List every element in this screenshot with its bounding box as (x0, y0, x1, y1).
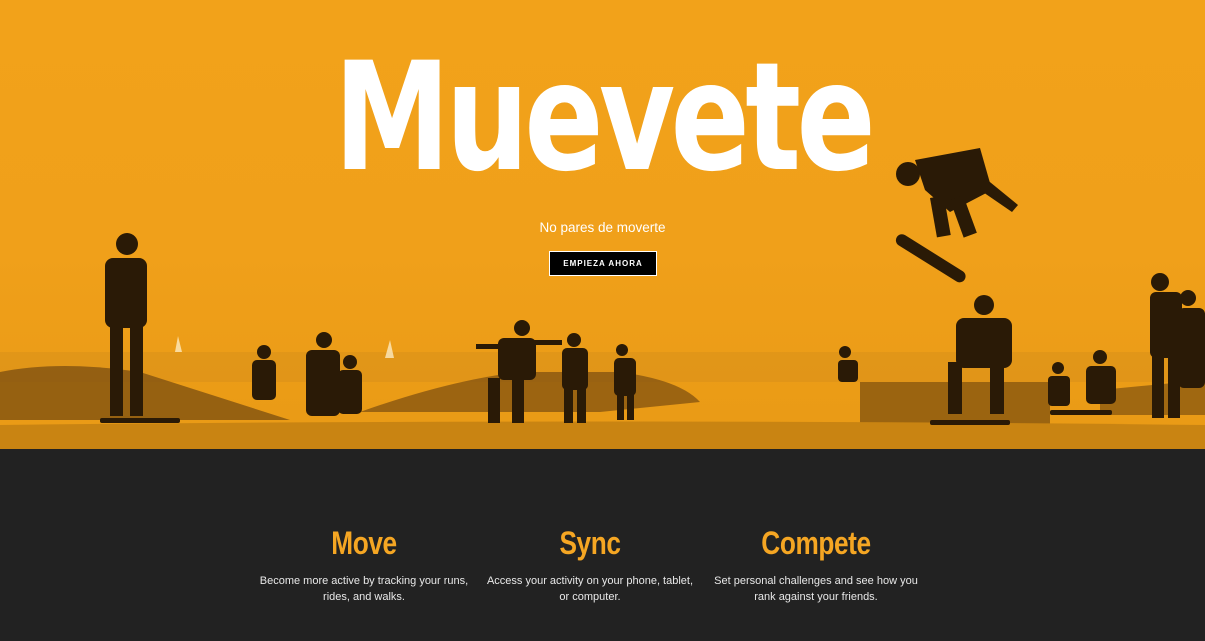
hero-title: Muevete (333, 31, 876, 205)
feature-text: Become more active by tracking your runs… (259, 575, 469, 603)
feature-text: Access your activity on your phone, tabl… (486, 575, 694, 603)
start-now-button[interactable]: EMPIEZA AHORA (549, 251, 657, 276)
feature-text: Set personal challenges and see how you … (714, 575, 918, 603)
feature-title: Compete (761, 525, 871, 561)
feature-title: Move (331, 525, 397, 561)
feature-title: Sync (559, 525, 621, 561)
hero-subtitle: No pares de moverte (539, 220, 666, 235)
features-section: Move Become more active by tracking your… (0, 449, 1205, 641)
feature-sync: Sync Access your activity on your phone,… (485, 521, 695, 605)
hero-section: Muevete No pares de moverte EMPIEZA AHOR… (0, 0, 1205, 449)
feature-move: Move Become more active by tracking your… (259, 521, 469, 605)
feature-compete: Compete Set personal challenges and see … (711, 521, 921, 605)
